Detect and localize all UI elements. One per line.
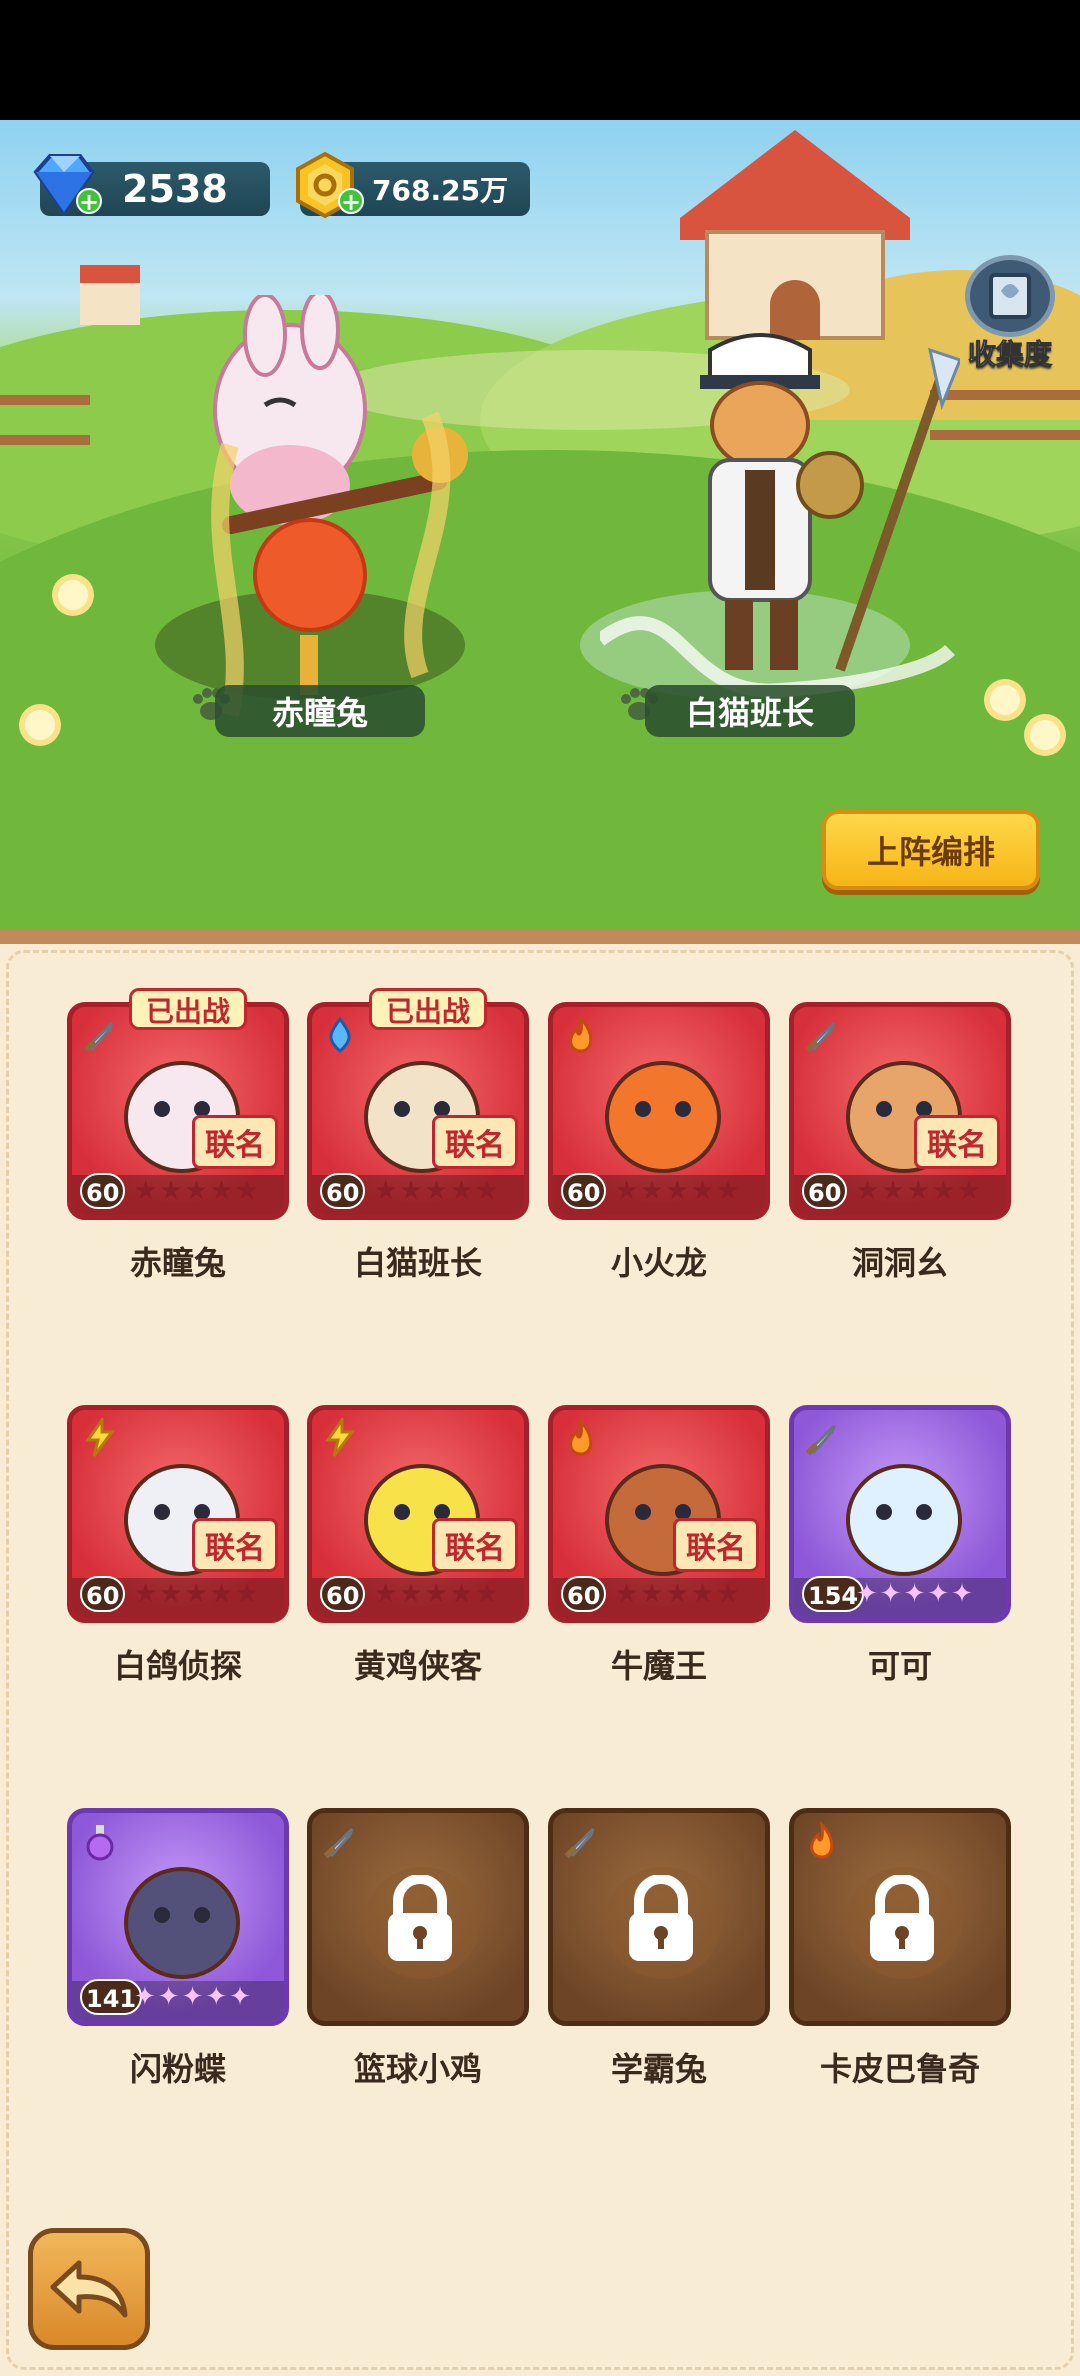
- collab-badge: 联名: [192, 1115, 278, 1169]
- hero-level: 141: [80, 1979, 143, 2015]
- hero-card-name: 洞洞幺: [851, 1244, 948, 1282]
- lock-icon: [629, 1875, 693, 1961]
- hero-stars: ★★★★★: [615, 1176, 742, 1206]
- hero-level: 60: [80, 1576, 126, 1612]
- hero-card[interactable]: 60 ★★★★★ 联名: [307, 1002, 529, 1220]
- hero-portrait: [846, 1464, 962, 1576]
- hero-card[interactable]: 60 ★★★★★ 联名: [548, 1405, 770, 1623]
- hero-level: 60: [561, 1173, 607, 1209]
- collab-badge: 联名: [192, 1518, 278, 1572]
- hero-portrait: [124, 1867, 240, 1979]
- hero-card[interactable]: 60 ★★★★★: [548, 1002, 770, 1220]
- hero-stars: ✦✦✦✦✦: [856, 1579, 975, 1609]
- hero-stars: ★★★★★: [615, 1579, 742, 1609]
- hero-card-name: 赤瞳兔: [129, 1244, 226, 1282]
- hero-card[interactable]: 60 ★★★★★ 联名: [67, 1405, 289, 1623]
- hero-card-name: 小火龙: [610, 1244, 707, 1282]
- collab-badge: 联名: [673, 1518, 759, 1572]
- add-gems-icon[interactable]: +: [76, 188, 102, 214]
- book-icon: [965, 255, 1055, 337]
- deployed-tag: 已出战: [369, 988, 488, 1030]
- hero-stars: ★★★★★: [134, 1176, 261, 1206]
- flower: [990, 685, 1020, 715]
- add-gold-icon[interactable]: +: [338, 188, 364, 214]
- distant-house: [80, 265, 140, 325]
- battle-scene: 2538 + 768.25万 + 收集度 赤瞳兔 白猫班长 上阵编排: [0, 120, 1080, 930]
- hero-stars: ★★★★★: [134, 1579, 261, 1609]
- hero-card[interactable]: 60 ★★★★★ 联名: [307, 1405, 529, 1623]
- hero-stars: ✦✦✦✦✦: [134, 1982, 253, 2012]
- gem-amount: 2538: [122, 167, 228, 211]
- hero-name-label: 白猫班长: [645, 685, 855, 737]
- hero-card-name: 牛魔王: [610, 1647, 707, 1685]
- lock-icon: [870, 1875, 934, 1961]
- hero-stars: ★★★★★: [856, 1176, 983, 1206]
- house: [680, 130, 910, 340]
- hero-card[interactable]: 60 ★★★★★ 联名: [789, 1002, 1011, 1220]
- flower: [25, 710, 55, 740]
- deployed-tag: 已出战: [129, 988, 248, 1030]
- gold-amount: 768.25万: [372, 174, 509, 207]
- hero-card-name: 黄鸡侠客: [353, 1647, 482, 1685]
- hero-stars: ★★★★★: [374, 1176, 501, 1206]
- hero-card-name: 白鸽侦探: [113, 1647, 242, 1685]
- collab-badge: 联名: [432, 1518, 518, 1572]
- hero-card-name: 学霸兔: [610, 2050, 707, 2088]
- collab-badge: 联名: [432, 1115, 518, 1169]
- hero-card-name: 可可: [867, 1647, 932, 1685]
- status-bar: [0, 0, 1080, 120]
- hero-card-name: 卡皮巴鲁奇: [819, 2050, 980, 2088]
- flower: [1030, 720, 1060, 750]
- hero-level: 60: [320, 1576, 366, 1612]
- hero-name-label: 赤瞳兔: [215, 685, 425, 737]
- hero-level: 154: [802, 1576, 865, 1612]
- hero-card-name: 白猫班长: [353, 1244, 482, 1282]
- hero-card-name: 篮球小鸡: [353, 2050, 482, 2088]
- hero-card-name: 闪粉蝶: [129, 2050, 226, 2088]
- hero-card[interactable]: 60 ★★★★★ 联名: [67, 1002, 289, 1220]
- formation-button[interactable]: 上阵编排: [822, 810, 1040, 890]
- back-arrow-icon: [50, 2260, 128, 2318]
- hero-portrait: [605, 1061, 721, 1173]
- hero-card[interactable]: [789, 1808, 1011, 2026]
- hero-level: 60: [561, 1576, 607, 1612]
- hero-level: 60: [80, 1173, 126, 1209]
- collection-button[interactable]: 收集度: [955, 255, 1065, 375]
- collection-label: 收集度: [967, 338, 1052, 372]
- flower: [58, 580, 88, 610]
- hero-card[interactable]: [307, 1808, 529, 2026]
- hero-card[interactable]: 154 ✦✦✦✦✦: [789, 1405, 1011, 1623]
- hero-card[interactable]: 141 ✦✦✦✦✦: [67, 1808, 289, 2026]
- hero-level: 60: [802, 1173, 848, 1209]
- collab-badge: 联名: [914, 1115, 1000, 1169]
- fence: [0, 395, 90, 445]
- back-button[interactable]: [28, 2228, 150, 2350]
- hero-level: 60: [320, 1173, 366, 1209]
- hero-card[interactable]: [548, 1808, 770, 2026]
- hero-stars: ★★★★★: [374, 1579, 501, 1609]
- lock-icon: [388, 1875, 452, 1961]
